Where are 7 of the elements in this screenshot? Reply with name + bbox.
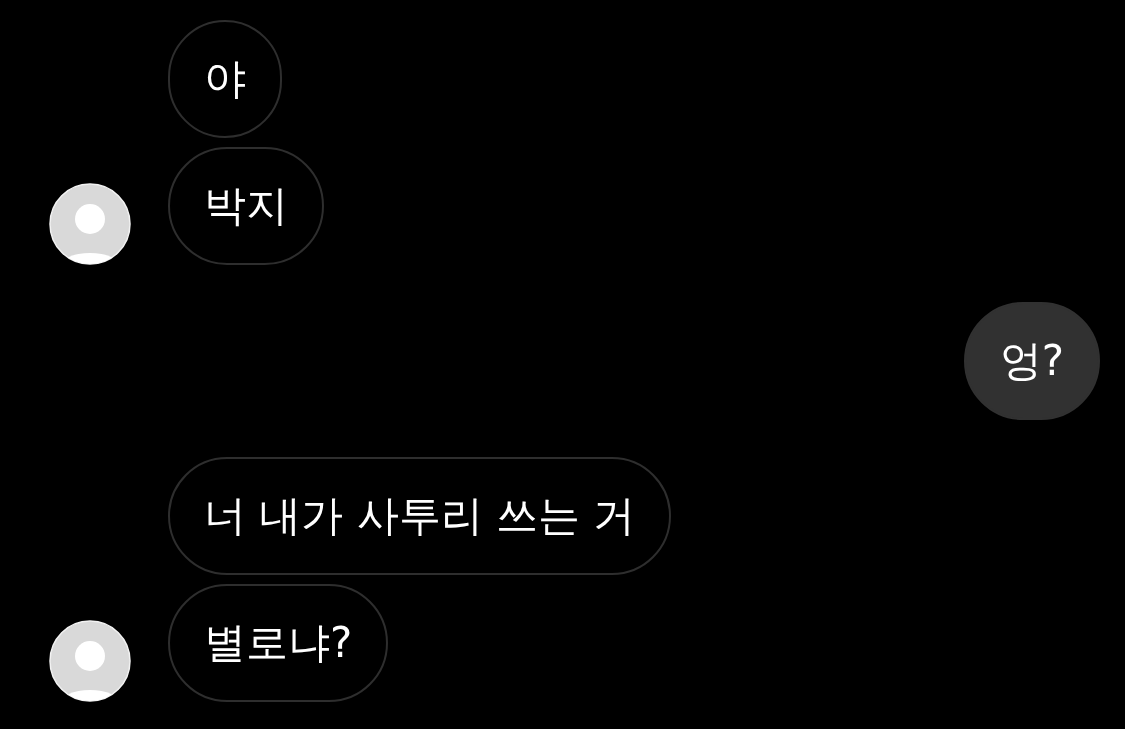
message-bubble: 너 내가 사투리 쓰는 거	[168, 457, 672, 575]
message-bubble: 별로냐?	[168, 584, 389, 702]
avatar-icon	[49, 183, 131, 265]
message-bubble: 박지	[168, 147, 324, 265]
message-bubble: 야	[168, 20, 282, 138]
message-bubble: 엉?	[963, 302, 1100, 420]
avatar-icon	[49, 620, 131, 702]
